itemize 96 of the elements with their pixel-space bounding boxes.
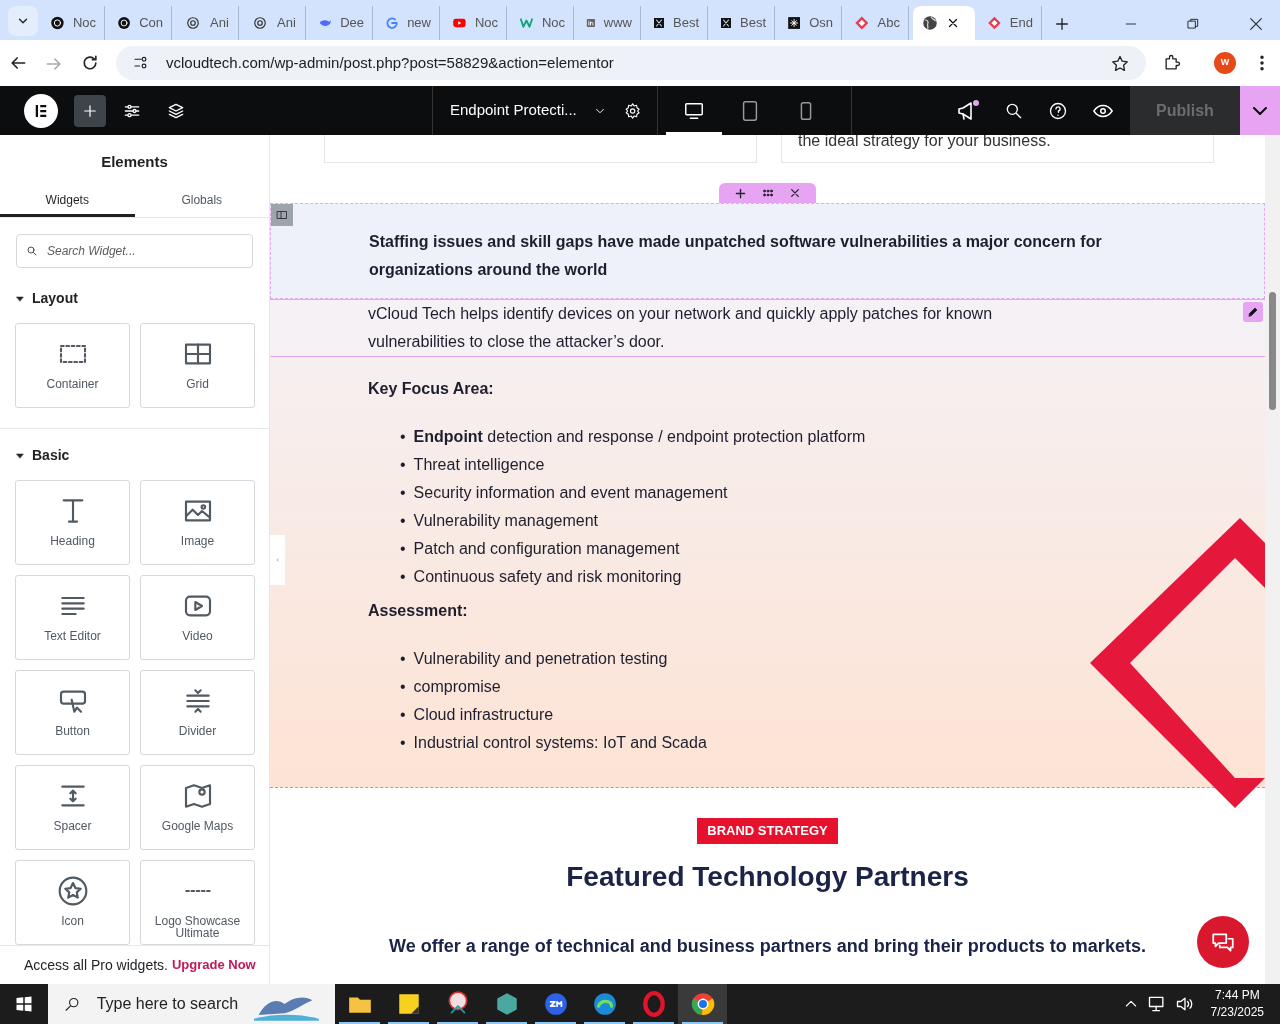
star-icon[interactable] [1110,53,1130,74]
document-title-dropdown[interactable]: Endpoint Protecti... [449,98,608,123]
asterisk-icon [787,14,802,32]
list-bullet: • [400,511,406,531]
browser-tab[interactable] [913,6,975,40]
chevron-down-icon [1253,106,1267,115]
knot-icon [50,14,65,32]
caret-down-icon [16,294,24,303]
search-icon [64,995,81,1013]
knot-icon [184,14,202,32]
list-bullet: • [400,649,406,669]
diamond-icon [854,14,870,32]
caret-down-icon [16,451,24,460]
help-icon[interactable] [1048,100,1068,121]
megaphone-icon[interactable] [956,98,980,123]
list-item: Threat intelligence [413,455,545,475]
zm-circle-icon [542,991,569,1017]
scrollbar[interactable] [1265,135,1280,984]
list-bullet: • [400,677,406,697]
panel-title: Elements [100,152,169,172]
close-icon[interactable] [947,17,959,29]
section-toggle[interactable]: Layout [0,288,269,309]
list-bullet: • [400,539,406,559]
close-icon [790,188,800,198]
list-item: Endpoint detection and response / endpoint protection platform [413,427,866,447]
widget-tile[interactable]: Grid [140,323,255,408]
list-bullet: • [400,705,406,725]
plus-icon [735,187,746,199]
section-subtitle: We offer a range of technical and business partners and bring their products to markets. [389,935,1146,959]
widget-tile[interactable]: Spacer [15,765,130,850]
clock-date: 7/23/2025 [1210,1004,1264,1021]
intro-paragraph: vCloud Tech helps identify devices on your network and quickly apply patches for known vulnerabilities to close the attacker’s door. [368,304,994,352]
widget-tile[interactable]: Image [140,480,255,565]
knot-icon [117,14,132,32]
list-item: Vulnerability and penetration testing [413,649,668,669]
list-bullet: • [400,733,406,753]
reload-icon[interactable] [80,53,100,73]
restore-icon[interactable] [1186,17,1200,31]
knot-icon [251,14,269,32]
settings-icon[interactable] [623,100,641,121]
list-item: Vulnerability management [413,511,598,531]
taskbar-app-button[interactable] [678,984,727,1024]
widget-tile[interactable]: Video [140,575,255,660]
section-toggle[interactable]: Basic [0,445,269,466]
edit-button[interactable] [1243,302,1263,322]
section-title: Featured Technology Partners [566,859,969,894]
widget-tile[interactable]: Container [15,323,130,408]
close-icon[interactable] [1248,16,1264,32]
widget-tile[interactable]: Icon [15,860,130,945]
taskbar-search-field[interactable]: Type here to search [48,984,335,1024]
wave-circle-icon [591,991,618,1017]
list-bullet: • [400,427,406,447]
section-handle[interactable] [719,183,816,203]
list-bullet: • [400,567,406,587]
dotted-row-icon [184,888,211,894]
list-item: compromise [413,677,501,697]
windows-icon[interactable] [15,995,33,1013]
intro-heading: Staffing issues and skill gaps have made unpatched software vulnerabilities a major concern for organizations around the world [369,232,1103,280]
drag-handle-icon [762,187,774,199]
promo-text: Access all Pro widgets. [24,955,168,975]
column-handle[interactable] [271,204,293,226]
card-text: the ideal strategy for your business. [781,135,1214,163]
address-bar[interactable]: vcloudtech.com/wp-admin/post.php?post=58829&action=elementor [116,46,1146,80]
ring-icon [640,991,667,1017]
network-icon[interactable] [1146,994,1167,1014]
columns-icon [276,209,288,221]
list-heading: Assessment: [368,601,469,621]
publish-options-button[interactable] [1240,86,1280,135]
logo-button[interactable] [24,93,58,128]
widget-tile[interactable]: Button [15,670,130,755]
section-label: BRAND STRATEGY [697,818,838,844]
list-bullet: • [400,483,406,503]
list-item: Continuous safety and risk monitoring [413,567,682,587]
list-item: Patch and configuration management [413,539,680,559]
list-item: Industrial control systems: IoT and Scada [413,733,707,753]
pencil-icon [1247,306,1259,318]
diamond-icon [987,14,1002,32]
widget-tile[interactable]: Google Maps [140,765,255,850]
globe-icon [921,14,939,32]
profile-avatar[interactable]: W [1214,52,1236,74]
search-field[interactable]: Search Widget... [16,234,253,268]
search-icon [26,245,38,257]
list-heading: Key Focus Area: [368,379,495,399]
add-element-button[interactable] [74,94,106,127]
circle-icon [689,991,716,1017]
plus-icon[interactable] [1054,16,1070,32]
upgrade-link[interactable]: Upgrade Now [171,955,256,975]
widget-tile[interactable]: Divider [140,670,255,755]
clock-time: 7:44 PM [1213,987,1261,1004]
list-item: Cloud infrastructure [413,705,554,725]
widget-tile[interactable]: Logo Showcase Ultimate [140,860,255,945]
chat-button[interactable] [1197,916,1249,968]
list-item: Security information and event management [413,483,728,503]
list-bullet: • [400,455,406,475]
widget-tile[interactable]: Heading [15,480,130,565]
widget-tile[interactable]: Text Editor [15,575,130,660]
